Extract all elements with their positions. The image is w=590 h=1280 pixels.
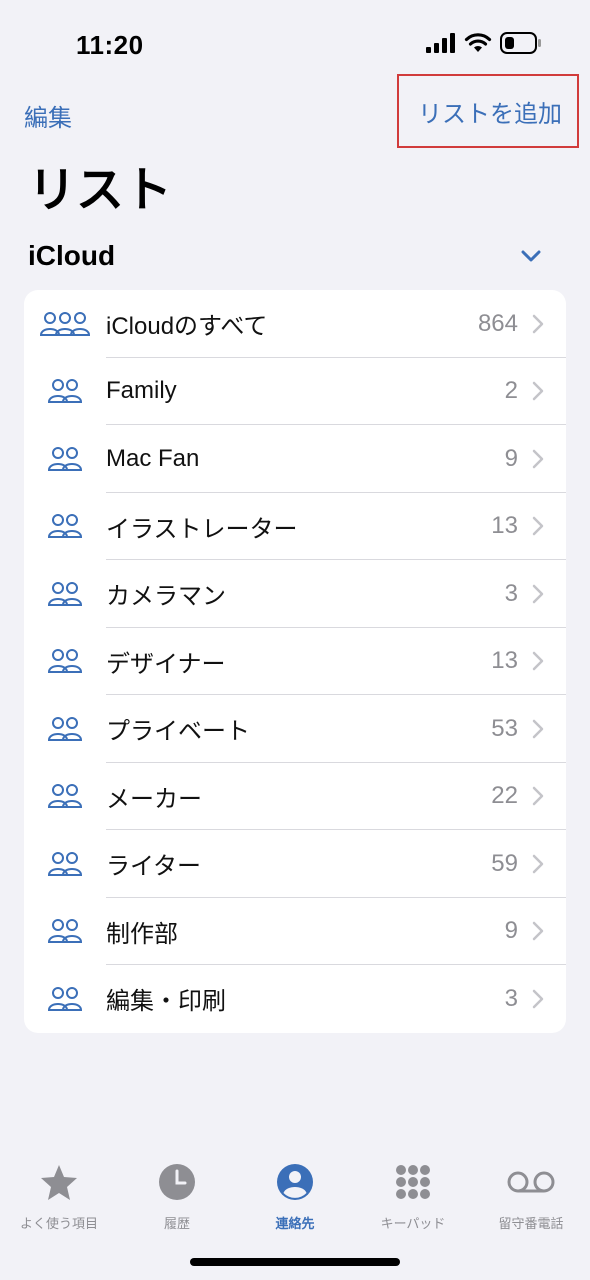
chevron-right-icon [532, 719, 544, 739]
tab-person-circle[interactable]: 連絡先 [236, 1150, 354, 1240]
section-title: iCloud [28, 240, 116, 271]
list-row-count: 864 [477, 309, 518, 337]
clock-icon [157, 1162, 197, 1207]
voicemail-icon [505, 1162, 557, 1207]
list-row-count: 13 [491, 512, 518, 540]
list-row[interactable]: ライター 59 [24, 830, 566, 898]
list-row-label: プライベート [106, 718, 250, 746]
list-row-label: デザイナー [106, 650, 226, 678]
list-row[interactable]: iCloudのすべて 864 [24, 290, 566, 358]
chevron-right-icon [532, 786, 544, 806]
tab-label: 留守番電話 [498, 1216, 564, 1231]
chevron-right-icon [532, 314, 544, 334]
add-list-label: リストを追加 [418, 100, 562, 128]
list-row-count: 9 [504, 444, 518, 472]
home-indicator [190, 1258, 400, 1266]
group-icon [24, 918, 106, 944]
chevron-right-icon [532, 516, 544, 536]
list-row-count: 13 [491, 647, 518, 675]
list-row-count: 59 [491, 849, 518, 877]
lists-card: iCloudのすべて 864 Family 2 Mac Fan 9 イラストレーター 1… [24, 290, 566, 1033]
wifi-icon [464, 33, 492, 52]
chevron-right-icon [532, 449, 544, 469]
chevron-down-icon[interactable] [520, 249, 542, 263]
list-row-count: 53 [491, 714, 518, 742]
list-row[interactable]: 制作部 9 [24, 898, 566, 965]
chevron-right-icon [532, 584, 544, 604]
list-row[interactable]: カメラマン 3 [24, 560, 566, 628]
group-icon [24, 851, 106, 877]
star-icon [39, 1162, 79, 1207]
chevron-right-icon [532, 651, 544, 671]
list-row-label: Family [106, 377, 177, 405]
tab-bar: よく使う項目 履歴 連絡先 キーパッド 留守番電話 [0, 1150, 590, 1240]
list-row-count: 2 [504, 377, 518, 405]
chevron-right-icon [532, 381, 544, 401]
status-time: 11:20 [76, 30, 144, 60]
list-row-count: 3 [504, 984, 518, 1012]
group-icon [24, 581, 106, 607]
group-three-icon [24, 311, 106, 337]
list-row-count: 9 [504, 917, 518, 945]
chevron-right-icon [532, 854, 544, 874]
keypad-icon [393, 1162, 433, 1207]
tab-label: キーパッド [380, 1216, 446, 1231]
chevron-right-icon [532, 921, 544, 941]
tab-keypad[interactable]: キーパッド [354, 1150, 472, 1240]
tab-label: 連絡先 [275, 1216, 315, 1231]
cellular-signal-icon [426, 33, 455, 53]
group-icon [24, 648, 106, 674]
status-bar: 11:20 [0, 0, 590, 80]
list-row[interactable]: プライベート 53 [24, 695, 566, 763]
group-icon [24, 783, 106, 809]
tab-voicemail[interactable]: 留守番電話 [472, 1150, 590, 1240]
tab-star[interactable]: よく使う項目 [0, 1150, 118, 1240]
list-row[interactable]: Mac Fan 9 [24, 425, 566, 493]
list-row-label: Mac Fan [106, 444, 200, 472]
page-title: リスト [28, 164, 173, 217]
list-row-label: イラストレーター [106, 515, 298, 543]
add-list-button[interactable]: リストを追加 [397, 74, 579, 148]
navigation-bar: 編集 リストを追加 [0, 74, 590, 150]
person-circle-icon [275, 1162, 315, 1207]
list-row[interactable]: メーカー 22 [24, 763, 566, 830]
icloud-section-header[interactable]: iCloud [28, 236, 548, 276]
group-icon [24, 378, 106, 404]
list-row-label: メーカー [106, 785, 202, 813]
list-row-label: カメラマン [106, 583, 226, 611]
tab-label: 履歴 [163, 1216, 190, 1231]
group-icon [24, 446, 106, 472]
tab-clock[interactable]: 履歴 [118, 1150, 236, 1240]
list-row-label: 編集・印刷 [106, 988, 226, 1016]
chevron-right-icon [532, 989, 544, 1009]
list-row-count: 3 [504, 579, 518, 607]
list-row[interactable]: イラストレーター 13 [24, 493, 566, 560]
list-row-label: 制作部 [106, 920, 178, 948]
edit-button[interactable]: 編集 [24, 98, 72, 133]
tab-label: よく使う項目 [19, 1216, 98, 1231]
list-row-label: iCloudのすべて [106, 313, 268, 341]
status-icons [426, 32, 542, 54]
list-row-count: 22 [491, 782, 518, 810]
list-row[interactable]: デザイナー 13 [24, 628, 566, 695]
list-row-label: ライター [106, 853, 202, 881]
group-icon [24, 716, 106, 742]
group-icon [24, 513, 106, 539]
list-row[interactable]: 編集・印刷 3 [24, 965, 566, 1033]
group-icon [24, 986, 106, 1012]
battery-icon [500, 32, 541, 54]
list-row[interactable]: Family 2 [24, 358, 566, 425]
